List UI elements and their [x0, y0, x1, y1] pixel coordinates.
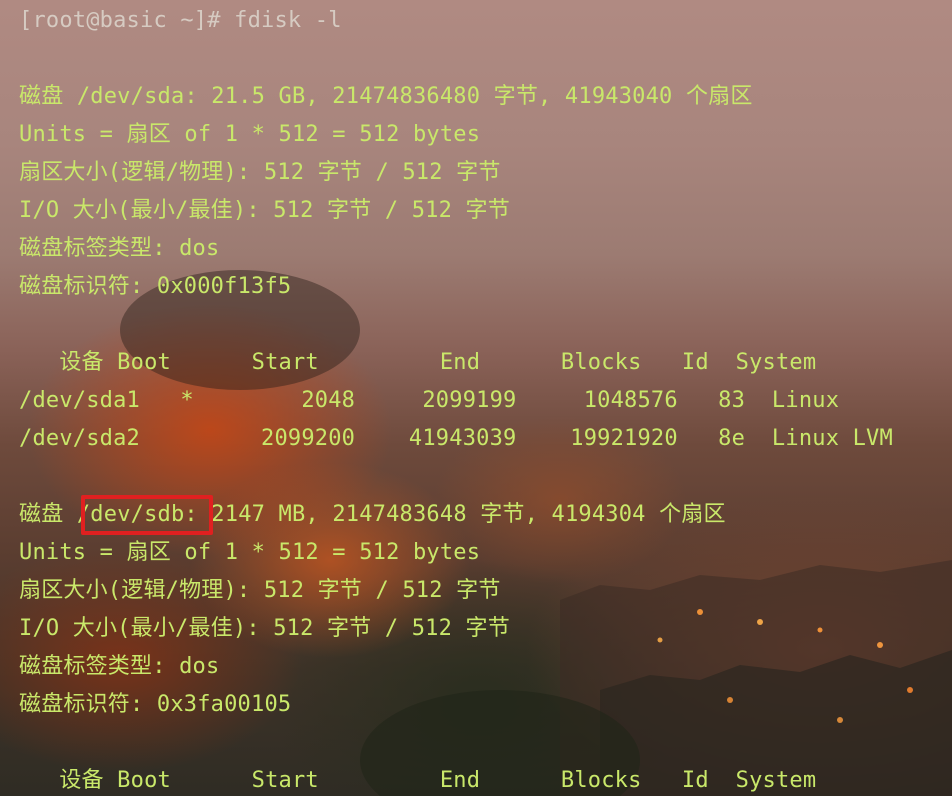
- disk-sda-sector-size: 扇区大小(逻辑/物理): 512 字节 / 512 字节: [19, 160, 501, 185]
- partition-row-sda2: /dev/sda2 2099200 41943039 19921920 8e L…: [19, 426, 893, 451]
- disk-sda-header: 磁盘 /dev/sda: 21.5 GB, 21474836480 字节, 41…: [19, 84, 753, 109]
- disk-sdb-identifier: 磁盘标识符: 0x3fa00105: [19, 692, 292, 717]
- disk-sdb-io-size: I/O 大小(最小/最佳): 512 字节 / 512 字节: [19, 616, 510, 641]
- disk-sdb-units: Units = 扇区 of 1 * 512 = 512 bytes: [19, 540, 481, 565]
- disk-sda-io-size: I/O 大小(最小/最佳): 512 字节 / 512 字节: [19, 198, 510, 223]
- disk-sdb-sector-size: 扇区大小(逻辑/物理): 512 字节 / 512 字节: [19, 578, 501, 603]
- disk-sda-units: Units = 扇区 of 1 * 512 = 512 bytes: [19, 122, 481, 147]
- partition-table-header: 设备 Boot Start End Blocks Id System: [19, 350, 817, 375]
- disk-sdb-header-suffix: : 2147 MB, 2147483648 字节, 4194304 个扇区: [184, 502, 726, 527]
- partition-row-sda1: /dev/sda1 * 2048 2099199 1048576 83 Linu…: [19, 388, 840, 413]
- device-highlight-box: [81, 495, 213, 535]
- disk-sda-label-type: 磁盘标签类型: dos: [19, 236, 220, 261]
- partition-table-header-sdb: 设备 Boot Start End Blocks Id System: [19, 768, 817, 793]
- disk-sda-identifier: 磁盘标识符: 0x000f13f5: [19, 274, 292, 299]
- disk-sdb-label-type: 磁盘标签类型: dos: [19, 654, 220, 679]
- disk-sdb-header-prefix: 磁盘: [19, 502, 77, 527]
- shell-prompt-command: [root@basic ~]# fdisk -l: [19, 8, 342, 33]
- terminal-window[interactable]: [root@basic ~]# fdisk -l 磁盘 /dev/sda: 21…: [0, 0, 952, 796]
